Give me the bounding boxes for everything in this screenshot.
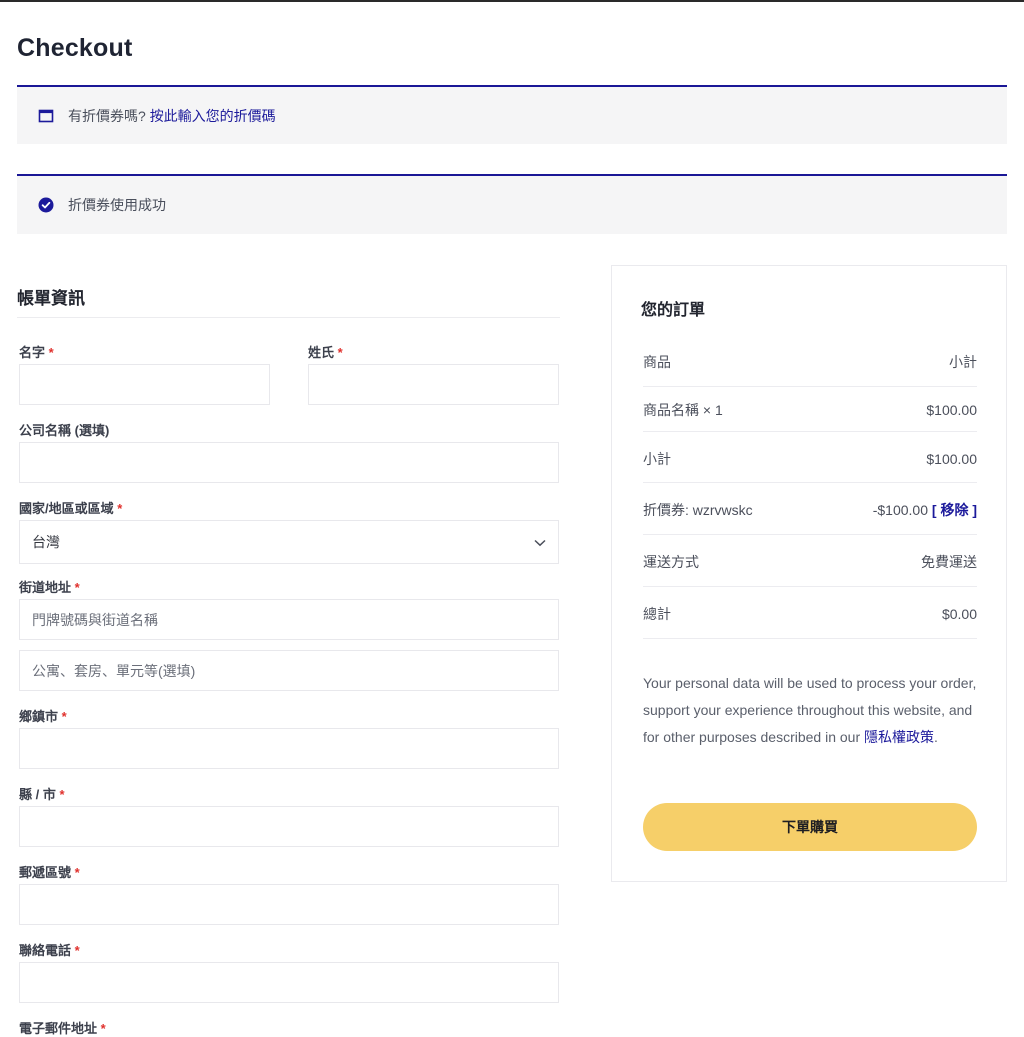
- remove-coupon-link[interactable]: [ 移除 ]: [932, 502, 977, 518]
- town-label: 鄉鎮市 *: [19, 709, 67, 724]
- order-header-row: 商品 小計: [643, 352, 977, 372]
- coupon-success-notice: 折價券使用成功: [17, 174, 1007, 234]
- order-divider: [643, 534, 977, 535]
- chevron-down-icon: [534, 534, 546, 550]
- order-divider: [643, 586, 977, 587]
- total-row: 總計 $0.00: [643, 604, 977, 624]
- postcode-label: 郵遞區號 *: [19, 865, 80, 880]
- last-name-input[interactable]: [308, 364, 559, 405]
- first-name-input[interactable]: [19, 364, 270, 405]
- order-divider: [643, 482, 977, 483]
- billing-divider: [17, 317, 560, 318]
- coupon-prompt: 有折價券嗎?: [68, 107, 146, 124]
- county-input[interactable]: [19, 806, 559, 847]
- shipping-row: 運送方式 免費運送: [643, 552, 977, 572]
- postcode-input[interactable]: [19, 884, 559, 925]
- coupon-row: 折價券: wzrvwskc -$100.00 [ 移除 ]: [643, 500, 977, 520]
- county-label: 縣 / 市 *: [19, 787, 65, 802]
- calendar-icon: [38, 108, 54, 124]
- country-select[interactable]: 台灣: [19, 520, 559, 564]
- product-header: 商品: [643, 354, 671, 370]
- subtotal-header: 小計: [949, 354, 977, 370]
- shipping-value: 免費運送: [921, 554, 977, 570]
- street-placeholder: 門牌號碼與街道名稱: [32, 611, 158, 628]
- enter-coupon-link[interactable]: 按此輸入您的折價碼: [150, 106, 276, 126]
- check-circle-icon: [38, 197, 54, 213]
- success-message: 折價券使用成功: [68, 197, 166, 213]
- phone-input[interactable]: [19, 962, 559, 1003]
- subtotal-label: 小計: [643, 451, 671, 467]
- town-input[interactable]: [19, 728, 559, 769]
- company-input[interactable]: [19, 442, 559, 483]
- first-name-label: 名字 *: [19, 345, 54, 360]
- order-divider: [643, 638, 977, 639]
- country-label: 國家/地區或區域 *: [19, 501, 123, 516]
- street-address-input[interactable]: 門牌號碼與街道名稱: [19, 599, 559, 640]
- street-2-placeholder: 公寓、套房、單元等(選填): [32, 662, 196, 679]
- item-price: $100.00: [926, 402, 977, 418]
- page-title: Checkout: [17, 34, 133, 62]
- total-value: $0.00: [941, 606, 977, 622]
- coupon-amount: -$100.00 [ 移除 ]: [873, 500, 977, 520]
- email-label: 電子郵件地址 *: [19, 1021, 106, 1036]
- company-label: 公司名稱 (選填): [19, 423, 110, 438]
- phone-label: 聯絡電話 *: [19, 943, 80, 958]
- street-address-2-input[interactable]: 公寓、套房、單元等(選填): [19, 650, 559, 691]
- item-name: 商品名稱 × 1: [643, 402, 723, 418]
- order-title: 您的訂單: [641, 302, 706, 319]
- order-summary: 您的訂單 商品 小計 商品名稱 × 1 $100.00 小計 $100.00 折…: [611, 265, 1007, 882]
- coupon-value: -$100.00: [872, 502, 928, 518]
- street-label: 街道地址 *: [19, 580, 80, 595]
- order-item-row: 商品名稱 × 1 $100.00: [643, 400, 977, 420]
- privacy-policy-link[interactable]: 隱私權政策: [864, 729, 934, 745]
- shipping-label: 運送方式: [643, 554, 699, 570]
- country-value: 台灣: [32, 534, 60, 550]
- total-label: 總計: [643, 606, 671, 622]
- last-name-label: 姓氏 *: [308, 345, 343, 360]
- billing-title: 帳單資訊: [17, 289, 85, 308]
- coupon-notice: 有折價券嗎? 按此輸入您的折價碼: [17, 85, 1007, 144]
- coupon-label: 折價券: wzrvwskc: [643, 502, 753, 518]
- subtotal-row: 小計 $100.00: [643, 449, 977, 469]
- subtotal-value: $100.00: [926, 451, 977, 467]
- privacy-notice: Your personal data will be used to proce…: [643, 675, 977, 745]
- order-divider: [643, 431, 977, 432]
- place-order-button[interactable]: 下單購買: [643, 803, 977, 851]
- order-divider: [643, 386, 977, 387]
